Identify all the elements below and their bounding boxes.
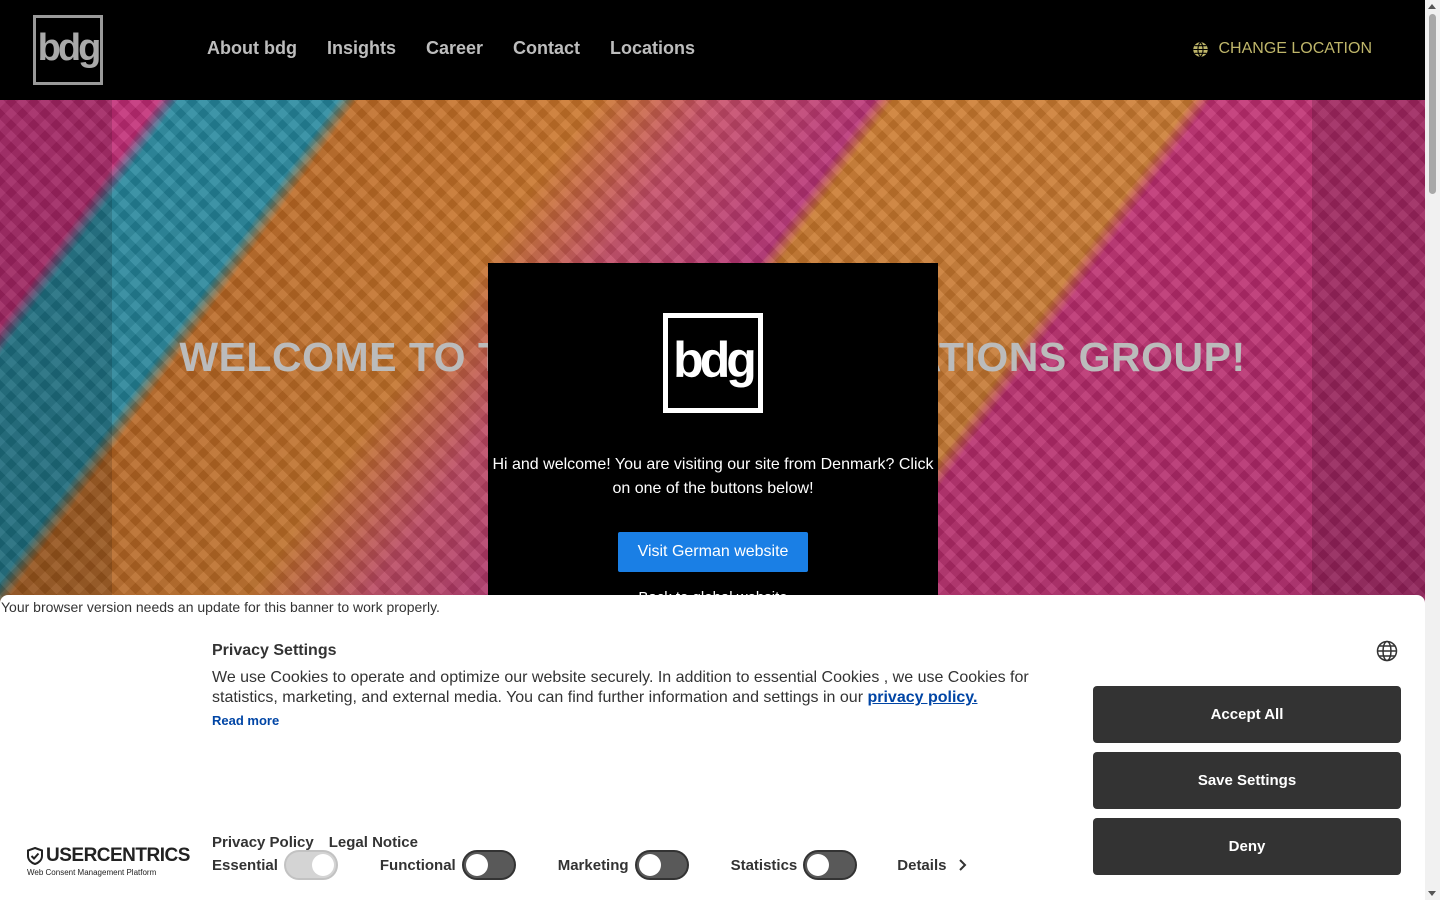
nav-about[interactable]: About bdg — [207, 38, 297, 59]
globe-icon — [1192, 41, 1208, 57]
switch-knob — [311, 854, 334, 876]
browser-update-note: Your browser version needs an update for… — [1, 599, 440, 615]
modal-logo-text: bdg — [673, 332, 757, 388]
modal-message: Hi and welcome! You are visiting our sit… — [492, 456, 934, 497]
functional-switch[interactable] — [461, 850, 516, 880]
privacy-settings-text: We use Cookies to operate and optimize o… — [212, 668, 1072, 708]
read-more-link[interactable]: Read more — [212, 713, 279, 728]
save-settings-button[interactable]: Save Settings — [1093, 752, 1401, 809]
toggle-statistics: Statistics — [731, 850, 858, 880]
toggle-marketing: Marketing — [558, 850, 689, 880]
toggle-functional-label: Functional — [379, 856, 456, 874]
language-globe-icon[interactable] — [1376, 640, 1398, 662]
accept-all-button[interactable]: Accept All — [1093, 686, 1401, 743]
usercentrics-brand: USERCENTRICS — [27, 845, 190, 867]
usercentrics-tagline: Web Consent Management Platform — [27, 868, 157, 877]
privacy-settings-title: Privacy Settings — [212, 642, 337, 659]
toggle-essential: Essential — [212, 850, 338, 880]
deny-button[interactable]: Deny — [1093, 818, 1401, 875]
logo-text: bdg — [37, 27, 102, 69]
switch-knob — [638, 854, 661, 876]
nav-locations[interactable]: Locations — [610, 38, 695, 59]
essential-switch[interactable] — [283, 850, 338, 880]
site-header: bdg About bdg Insights Career Contact Lo… — [0, 0, 1425, 100]
legal-notice-link[interactable]: Legal Notice — [329, 834, 418, 851]
bdg-logo[interactable]: bdg — [33, 15, 103, 85]
nav-career[interactable]: Career — [426, 38, 483, 59]
consent-toggles: Essential Functional Marketing Statistic… — [212, 850, 968, 880]
visit-german-website-button[interactable]: Visit German website — [617, 532, 809, 572]
consent-banner: Your browser version needs an update for… — [0, 595, 1425, 900]
change-location-link[interactable]: CHANGE LOCATION — [1192, 40, 1373, 58]
switch-knob — [465, 854, 488, 876]
page-scrollbar[interactable] — [1425, 0, 1440, 900]
privacy-policy-inline-link[interactable]: privacy policy. — [867, 689, 977, 706]
nav-contact[interactable]: Contact — [513, 38, 580, 59]
details-toggle[interactable]: Details — [897, 857, 968, 874]
switch-knob — [807, 854, 830, 876]
scroll-thumb[interactable] — [1429, 14, 1436, 194]
scroll-down-arrow[interactable] — [1428, 891, 1436, 896]
usercentrics-name: USERCENTRICS — [46, 845, 190, 866]
shield-check-icon — [27, 847, 43, 865]
main-nav: About bdg Insights Career Contact Locati… — [207, 38, 695, 59]
modal-logo: bdg — [663, 313, 763, 413]
toggle-marketing-label: Marketing — [557, 856, 629, 874]
toggle-essential-label: Essential — [212, 856, 278, 874]
details-label: Details — [897, 856, 947, 874]
nav-insights[interactable]: Insights — [327, 38, 396, 59]
location-modal: bdg Hi and welcome! You are visiting our… — [488, 263, 938, 603]
usercentrics-logo: USERCENTRICS Web Consent Management Plat… — [27, 845, 190, 877]
consent-links: Privacy Policy Legal Notice — [212, 834, 418, 851]
change-location-label: CHANGE LOCATION — [1218, 40, 1373, 57]
privacy-policy-link[interactable]: Privacy Policy — [212, 834, 314, 851]
scroll-up-arrow[interactable] — [1428, 4, 1436, 9]
toggle-statistics-label: Statistics — [730, 856, 798, 874]
toggle-functional: Functional — [380, 850, 516, 880]
statistics-switch[interactable] — [803, 850, 858, 880]
marketing-switch[interactable] — [634, 850, 689, 880]
chevron-right-icon — [959, 859, 967, 871]
